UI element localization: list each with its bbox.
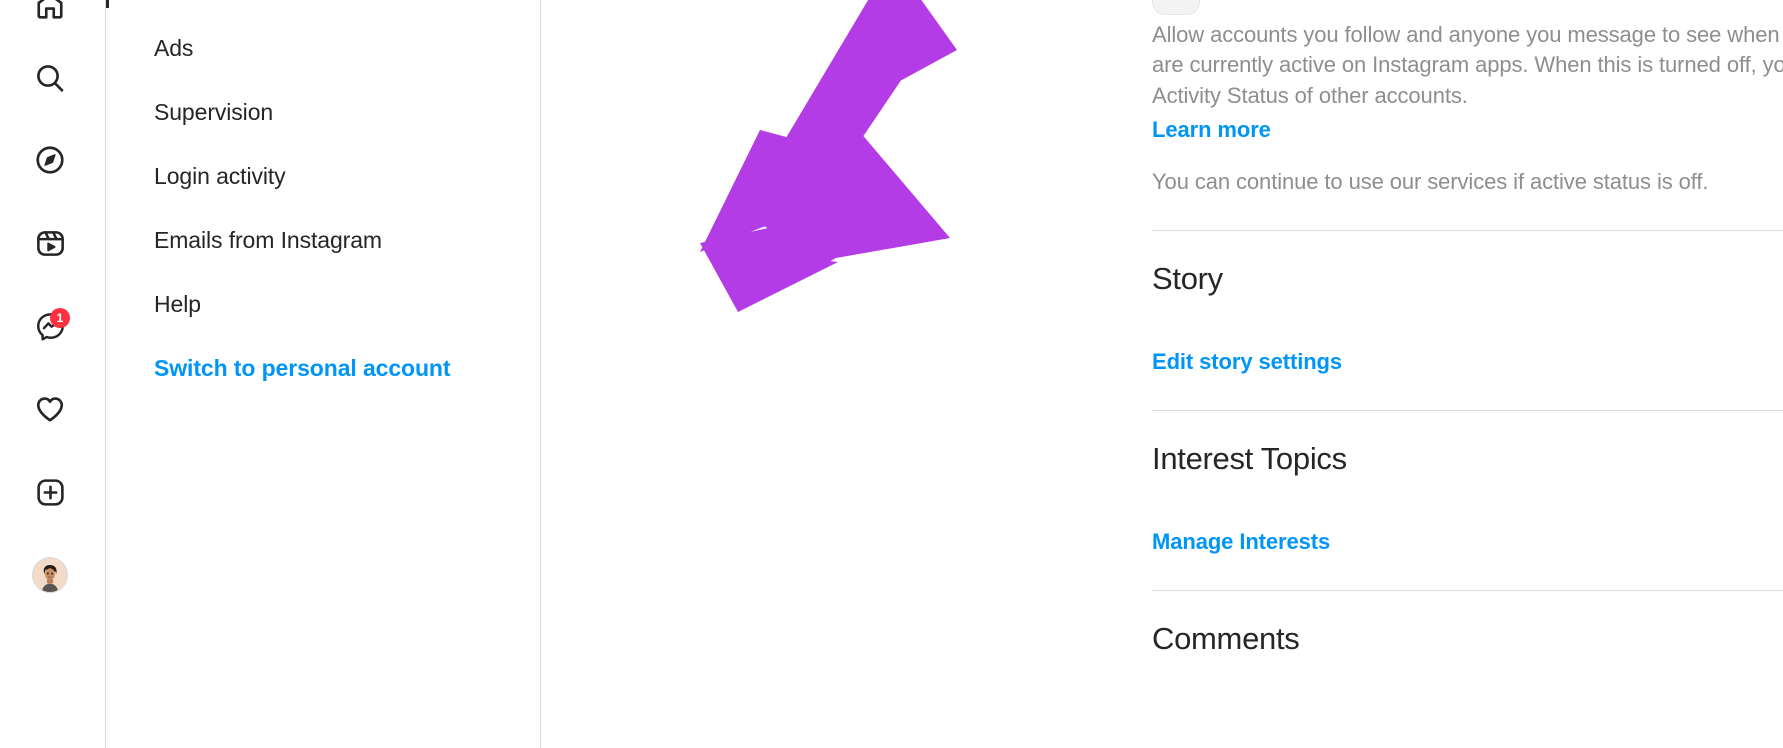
settings-menu-item-label: Ads [154,34,194,61]
instagram-settings-page: 1 Ads Supervision Login activity Emails … [0,0,1783,748]
settings-menu-item-label: Supervision [154,98,274,125]
reels-icon [35,228,66,259]
settings-menu-item-label: Help [154,290,201,317]
nav-item-profile[interactable] [22,547,78,603]
learn-more-link[interactable]: Learn more [1152,117,1271,143]
settings-menu-item-label: Switch to personal account [154,354,451,381]
settings-menu-item-cutoff[interactable] [106,0,540,16]
nav-item-create[interactable] [22,464,78,520]
settings-menu-item-help[interactable]: Help [106,272,540,336]
home-icon [35,0,65,21]
compass-icon [34,144,66,176]
settings-menu-item-label: Login activity [154,162,286,189]
activity-status-note: You can continue to use our services if … [1152,169,1709,195]
messages-unread-badge: 1 [50,308,70,328]
section-divider [1152,409,1783,411]
search-icon [34,62,66,94]
nav-item-search[interactable] [22,50,78,106]
settings-menu-item-ads[interactable]: Ads [106,16,540,80]
heart-icon [34,393,66,425]
switch-to-personal-account-link[interactable]: Switch to personal account [106,336,540,400]
section-divider [1152,589,1783,591]
manage-interests-link[interactable]: Manage Interests [1152,529,1330,555]
nav-item-messages[interactable]: 1 [22,298,78,354]
section-divider [1152,230,1783,232]
settings-menu-item-supervision[interactable]: Supervision [106,80,540,144]
settings-content-panel: Allow accounts you follow and anyone you… [541,0,1783,748]
nav-item-home[interactable] [22,0,78,34]
plus-square-icon [35,477,66,508]
settings-menu-item-login-activity[interactable]: Login activity [106,144,540,208]
settings-menu-item-emails-from-instagram[interactable]: Emails from Instagram [106,208,540,272]
nav-item-notifications[interactable] [22,381,78,437]
settings-menu-column: Ads Supervision Login activity Emails fr… [106,0,541,748]
settings-menu-list: Ads Supervision Login activity Emails fr… [106,0,540,400]
nav-item-reels[interactable] [22,215,78,271]
nav-item-explore[interactable] [22,132,78,188]
avatar [32,557,68,593]
story-section-title: Story [1152,261,1223,297]
messenger-icon: 1 [34,308,70,342]
comments-section-title: Comments [1152,620,1300,656]
left-nav-rail: 1 [0,0,106,748]
interest-topics-section-title: Interest Topics [1152,440,1347,476]
settings-content-inner: Allow accounts you follow and anyone you… [1152,0,1783,682]
edit-story-settings-link[interactable]: Edit story settings [1152,349,1342,375]
activity-status-description: Allow accounts you follow and anyone you… [1152,22,1783,108]
settings-menu-item-label: Emails from Instagram [154,226,382,253]
